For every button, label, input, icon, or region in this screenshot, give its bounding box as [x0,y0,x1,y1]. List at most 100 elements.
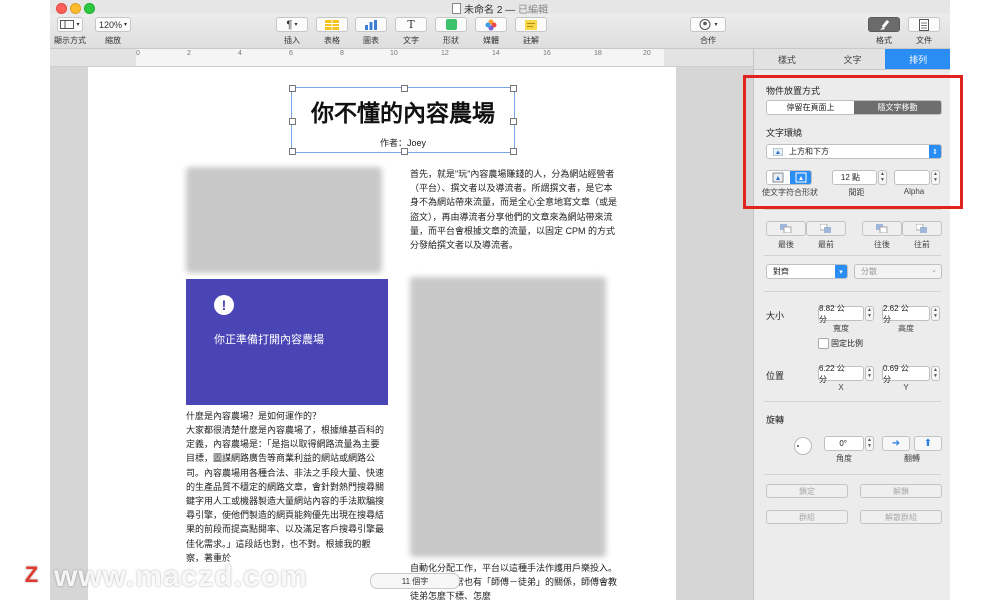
table-button[interactable] [316,17,348,32]
y-value: 0.69 公分 [883,363,909,384]
document-button[interactable] [908,17,940,32]
highlight-box [743,75,963,209]
text-box-button[interactable]: T [395,17,427,32]
table-icon [325,19,339,30]
chevron-down-icon: ▾ [294,22,298,28]
table-label: 表格 [324,36,340,45]
width-field[interactable]: 8.82 公分 [818,304,864,324]
shape-button[interactable] [435,17,467,32]
height-field[interactable]: 2.62 公分 [882,304,930,324]
width-stepper[interactable]: ▲ ▼ [865,306,874,321]
front-label: 最前 [818,240,834,249]
resize-handle[interactable] [289,85,296,92]
comment-icon [525,19,537,30]
lock-button[interactable]: 鎖定 [766,484,848,498]
chevron-down-icon: ▾ [835,265,847,278]
tab-text[interactable]: 文字 [820,49,886,69]
resize-handle[interactable] [401,85,408,92]
chart-label: 圖表 [363,36,379,45]
constrain-checkbox[interactable] [818,338,829,349]
ruler-mark: 20 [643,50,651,57]
rotate-label: 旋轉 [766,415,785,425]
document-page[interactable]: 你不懂的內容農場 作者：Joey ! 你正準備打開內容農場 什麼是內容農場？是如… [88,67,676,600]
y-field[interactable]: 0.69 公分 [882,364,930,384]
constrain-label: 固定比例 [831,339,863,348]
sidebar-view-icon [60,20,75,29]
unlock-button[interactable]: 解鎖 [860,484,942,498]
tab-style[interactable]: 樣式 [754,49,820,69]
divider [764,209,941,210]
resize-handle[interactable] [510,118,517,125]
divider [764,474,941,475]
flip-horizontal-button[interactable]: ➜ [882,436,910,451]
horizontal-ruler[interactable]: 0 2 4 6 8 10 12 14 16 18 20 [50,49,753,67]
section-heading[interactable]: 什麼是內容農場？是如何運作的？ [186,409,386,423]
content-farm-warning-banner[interactable]: ! 你正準備打開內容農場 [186,279,388,405]
group-button[interactable]: 群組 [766,510,848,524]
y-stepper[interactable]: ▲ ▼ [931,366,940,381]
insert-label: 插入 [284,36,300,45]
x-stepper[interactable]: ▲ ▼ [865,366,874,381]
x-field[interactable]: 6.22 公分 [818,364,864,384]
x-value: 6.22 公分 [819,363,845,384]
site-watermark: Zwww.maczd.com [18,560,308,594]
chevron-down-icon: ▾ [76,22,80,28]
document-icon [452,3,462,14]
angle-field[interactable]: 0° [824,436,864,451]
distribute-value: 分散 [861,267,877,276]
front-button[interactable] [806,221,846,236]
blurred-image[interactable] [410,277,606,557]
comment-label: 註解 [523,36,539,45]
insert-button[interactable]: pilcrow-icon¶▾ [276,17,308,32]
resize-handle[interactable] [510,148,517,155]
document-icon [919,18,929,31]
word-count-indicator[interactable]: 11 個字 [370,573,460,589]
ruler-mark: 18 [594,50,602,57]
collaborate-button[interactable]: ▾ [690,17,726,32]
comment-button[interactable] [515,17,547,32]
resize-handle[interactable] [401,148,408,155]
chart-icon [365,19,377,30]
distribute-select[interactable]: 分散 ⌄ [854,264,942,279]
backward-button[interactable] [862,221,902,236]
resize-handle[interactable] [510,85,517,92]
format-button[interactable] [868,17,900,32]
text-label: 文字 [403,36,419,45]
chart-button[interactable] [355,17,387,32]
x-label: X [838,383,844,392]
resize-handle[interactable] [289,118,296,125]
align-select[interactable]: 對齊 ▾ [766,264,848,279]
zoom-menu[interactable]: 120% ▾ [95,17,131,32]
height-stepper[interactable]: ▲ ▼ [931,306,940,321]
ruler-mark: 12 [441,50,449,57]
ruler-mark: 14 [492,50,500,57]
paintbrush-icon [880,19,890,30]
bring-forward-icon [916,224,927,233]
document-canvas[interactable]: 你不懂的內容農場 作者：Joey ! 你正準備打開內容農場 什麼是內容農場？是如… [50,67,753,600]
rotation-dial[interactable] [794,437,812,455]
tab-arrange[interactable]: 排列 [885,49,950,69]
height-value: 2.62 公分 [883,303,909,324]
title-bar: 未命名 2 — 已編輯 [50,0,950,16]
blurred-image[interactable] [186,167,382,273]
document-title-text[interactable]: 你不懂的內容農場 [292,94,514,128]
view-label: 顯示方式 [54,36,86,45]
size-label: 大小 [766,311,785,321]
back-button[interactable] [766,221,806,236]
angle-stepper[interactable]: ▲ ▼ [865,436,874,451]
view-button[interactable]: ▾ [57,17,83,32]
resize-handle[interactable] [289,148,296,155]
collaborate-label: 合作 [700,36,716,45]
ruler-mark: 4 [238,50,242,57]
body-paragraph[interactable]: 首先，就是"玩"內容農場賺錢的人，分為網站經營者（平台）、撰文者以及導流者。所謂… [410,167,618,252]
flip-vertical-button[interactable]: ⬆ [914,436,942,451]
ruler-left-margin [50,49,136,66]
title-text-box[interactable]: 你不懂的內容農場 作者：Joey [289,85,517,155]
forward-button[interactable] [902,221,942,236]
back-label: 最後 [778,240,794,249]
media-label: 媒體 [483,36,499,45]
ungroup-button[interactable]: 解散群組 [860,510,942,524]
word-count-text: 11 個字 [401,576,429,586]
media-button[interactable] [475,17,507,32]
warning-icon: ! [214,295,234,315]
